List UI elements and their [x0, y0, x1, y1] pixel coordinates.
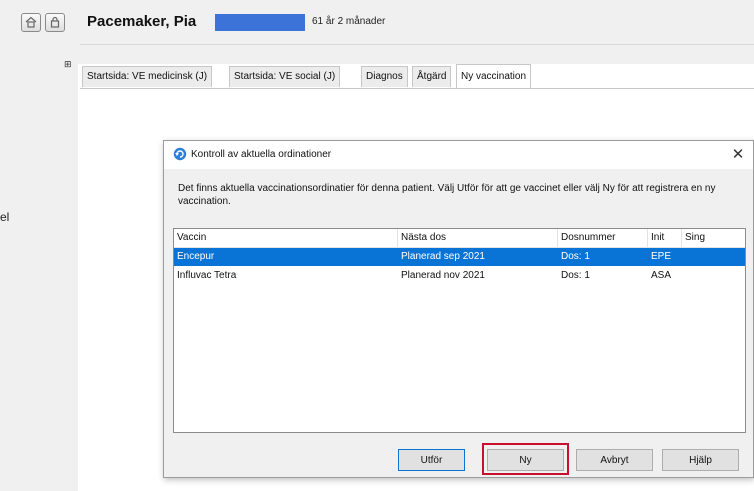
cell-sing [682, 267, 685, 285]
table-row[interactable]: Influvac Tetra Planerad nov 2021 Dos: 1 … [174, 267, 745, 285]
cell-sing [682, 248, 685, 266]
dialog-title: Kontroll av aktuella ordinationer [191, 149, 332, 160]
help-button[interactable]: Hjälp [662, 449, 739, 471]
dialog-titlebar[interactable]: Kontroll av aktuella ordinationer ✕ [164, 141, 753, 169]
patient-name: Pacemaker, Pia [87, 13, 197, 30]
patient-header: Pacemaker, Pia 61 år 2 månader [0, 0, 754, 64]
cancel-button[interactable]: Avbryt [576, 449, 653, 471]
close-icon[interactable]: ✕ [730, 145, 746, 163]
patient-id-redacted [215, 14, 305, 31]
table-row[interactable]: Encepur Planerad sep 2021 Dos: 1 EPE [174, 248, 745, 266]
column-header-sing[interactable]: Sing [682, 229, 745, 247]
cell-nasta-dos: Planerad nov 2021 [401, 270, 485, 281]
lock-icon [50, 16, 60, 28]
list-header: Vaccin Nästa dos Dosnummer Init Sing [174, 229, 745, 248]
cell-init: ASA [651, 270, 672, 281]
left-panel-label-fragment: el [0, 210, 10, 224]
cell-nasta-dos: Planerad sep 2021 [401, 251, 485, 262]
tab-divider [80, 88, 754, 89]
tab-startsida-ve-medicinsk[interactable]: Startsida: VE medicinsk (J) [82, 66, 213, 87]
refresh-icon [173, 147, 187, 161]
cell-init: EPE [651, 251, 672, 262]
execute-button[interactable]: Utför [398, 449, 465, 471]
cell-dosnummer: Dos: 1 [561, 270, 590, 281]
patient-age: 61 år 2 månader [312, 16, 386, 27]
column-header-vaccin[interactable]: Vaccin [174, 229, 398, 247]
dialog-message: Det finns aktuella vaccinationsordinatie… [178, 183, 716, 207]
tab-startsida-ve-social[interactable]: Startsida: VE social (J) [229, 66, 341, 87]
column-header-nasta-dos[interactable]: Nästa dos [398, 229, 558, 247]
tab-ny-vaccination[interactable]: Ny vaccination [456, 64, 532, 88]
active-orders-dialog: Kontroll av aktuella ordinationer ✕ Det … [163, 140, 754, 478]
cell-vaccin: Influvac Tetra [177, 270, 237, 281]
home-button[interactable] [21, 13, 41, 32]
tab-bar: Startsida: VE medicinsk (J) Startsida: V… [80, 64, 754, 88]
new-button[interactable]: Ny [487, 449, 564, 471]
column-header-dosnummer[interactable]: Dosnummer [558, 229, 648, 247]
home-icon [25, 16, 37, 28]
vaccination-orders-list[interactable]: Vaccin Nästa dos Dosnummer Init Sing Enc… [173, 228, 746, 433]
column-header-init[interactable]: Init [648, 229, 682, 247]
lock-button[interactable] [45, 13, 65, 32]
tab-diagnos[interactable]: Diagnos [361, 66, 408, 87]
pin-icon[interactable]: ⊞ [64, 59, 72, 70]
cell-dosnummer: Dos: 1 [561, 251, 590, 262]
tab-atgard[interactable]: Åtgärd [412, 66, 452, 87]
header-divider [80, 44, 754, 45]
cell-vaccin: Encepur [177, 251, 215, 262]
left-panel [0, 0, 78, 491]
